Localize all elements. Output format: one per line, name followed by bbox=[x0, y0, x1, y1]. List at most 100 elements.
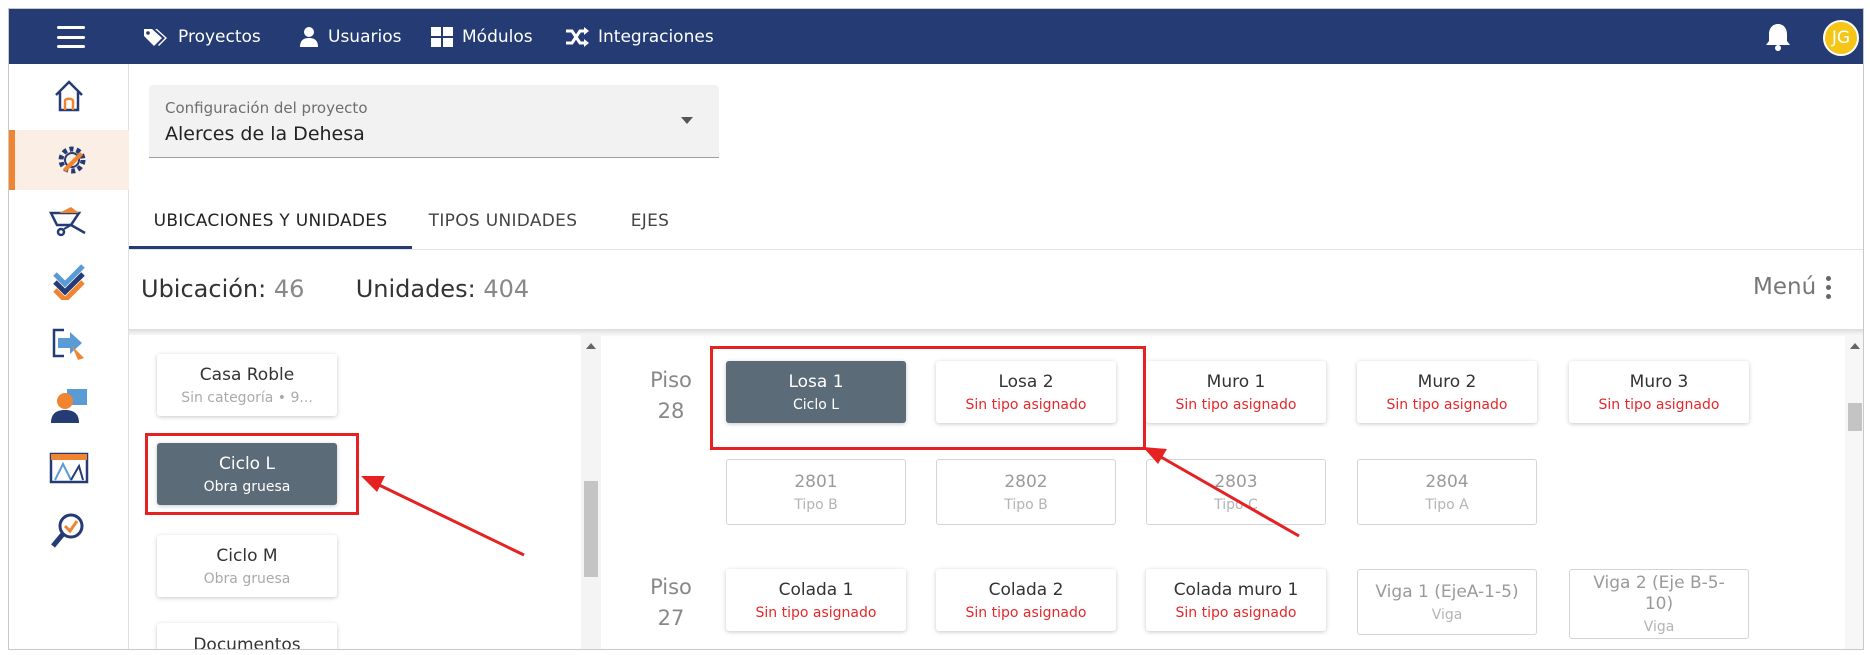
element-subtitle: Ciclo L bbox=[792, 396, 840, 413]
menu-button[interactable]: Menú bbox=[1753, 274, 1832, 300]
element-title: Losa 1 bbox=[788, 371, 844, 392]
unit-subtitle: Tipo C bbox=[1214, 496, 1258, 513]
sidebar-item-configuracion[interactable] bbox=[9, 130, 129, 190]
element-card[interactable]: Muro 2 Sin tipo asignado bbox=[1357, 361, 1537, 423]
nav-modulos[interactable]: Módulos bbox=[431, 9, 533, 64]
tab-divider bbox=[129, 249, 1863, 250]
nav-usuarios[interactable]: Usuarios bbox=[299, 9, 401, 64]
sidebar-item-planos[interactable] bbox=[9, 438, 129, 498]
element-subtitle: Sin tipo asignado bbox=[965, 604, 1087, 621]
unit-subtitle: Tipo A bbox=[1425, 496, 1469, 513]
nav-label: Usuarios bbox=[328, 26, 402, 47]
element-title: Colada 1 bbox=[778, 579, 854, 600]
tab-ejes[interactable]: EJES bbox=[605, 199, 695, 249]
unit-title: 2801 bbox=[794, 471, 838, 492]
unit-title: 2803 bbox=[1214, 471, 1258, 492]
element-title: Muro 1 bbox=[1206, 371, 1266, 392]
element-title: Losa 2 bbox=[998, 371, 1054, 392]
scroll-thumb[interactable] bbox=[584, 481, 598, 577]
element-subtitle: Viga bbox=[1643, 619, 1675, 635]
locations-scrollbar[interactable] bbox=[581, 335, 601, 649]
sidebar-item-checklists[interactable] bbox=[9, 252, 129, 312]
unidades-count: 404 bbox=[483, 275, 530, 303]
unit-card[interactable]: 2801 Tipo B bbox=[726, 459, 906, 525]
config-value: Alerces de la Dehesa bbox=[165, 123, 365, 145]
element-subtitle: Sin tipo asignado bbox=[1386, 396, 1508, 413]
nav-label: Proyectos bbox=[178, 26, 261, 47]
location-title: Documentos bbox=[193, 635, 301, 650]
location-title: Ciclo M bbox=[216, 545, 278, 566]
element-card[interactable]: Muro 1 Sin tipo asignado bbox=[1146, 361, 1326, 423]
nav-label: Integraciones bbox=[598, 26, 714, 47]
element-subtitle: Sin tipo asignado bbox=[965, 396, 1087, 413]
unit-card[interactable]: 2804 Tipo A bbox=[1357, 459, 1537, 525]
tags-icon bbox=[144, 28, 167, 46]
sidebar-item-usuarios[interactable] bbox=[9, 376, 129, 436]
unit-subtitle: Tipo B bbox=[794, 496, 838, 513]
ubicacion-label: Ubicación: bbox=[141, 275, 267, 303]
element-subtitle: Sin tipo asignado bbox=[755, 604, 877, 621]
element-card[interactable]: Viga 1 (EjeA-1-5) Viga bbox=[1357, 569, 1537, 635]
element-card[interactable]: Colada 1 Sin tipo asignado bbox=[726, 569, 906, 631]
floor-label-text: Piso 27 bbox=[650, 575, 692, 630]
scroll-up-icon[interactable] bbox=[1850, 343, 1860, 349]
location-subtitle: Sin categoría • 9... bbox=[181, 389, 313, 406]
wheelbarrow-icon bbox=[49, 207, 86, 237]
nav-integraciones[interactable]: Integraciones bbox=[565, 9, 714, 64]
element-title: Viga 1 (EjeA-1-5) bbox=[1375, 581, 1519, 602]
element-title: Viga 2 (Eje B-5-10) bbox=[1593, 573, 1725, 614]
location-title: Ciclo L bbox=[219, 453, 275, 474]
nav-label: Módulos bbox=[462, 26, 533, 47]
nav-proyectos[interactable]: Proyectos bbox=[143, 9, 261, 64]
scroll-up-icon[interactable] bbox=[586, 343, 596, 349]
config-label: Configuración del proyecto bbox=[165, 99, 368, 117]
shuffle-icon bbox=[566, 26, 589, 47]
location-card[interactable]: Ciclo M Obra gruesa bbox=[157, 535, 337, 597]
element-card[interactable]: Colada 2 Sin tipo asignado bbox=[936, 569, 1116, 631]
location-subtitle: Obra gruesa bbox=[203, 478, 291, 495]
settings-pencil-icon bbox=[58, 146, 86, 174]
element-card[interactable]: Losa 2 Sin tipo asignado bbox=[936, 361, 1116, 423]
tab-ubicaciones-unidades[interactable]: UBICACIONES Y UNIDADES bbox=[129, 199, 412, 249]
users-icon bbox=[51, 389, 87, 423]
user-avatar[interactable]: JG bbox=[1823, 20, 1859, 56]
element-title: Colada 2 bbox=[988, 579, 1064, 600]
home-icon bbox=[55, 80, 83, 112]
sidebar bbox=[9, 64, 129, 649]
floor-label-text: Piso 28 bbox=[650, 368, 692, 423]
element-card-selected[interactable]: Losa 1 Ciclo L bbox=[726, 361, 906, 423]
login-icon bbox=[52, 328, 84, 360]
element-subtitle: Sin tipo asignado bbox=[1598, 396, 1720, 413]
project-config-select[interactable]: Configuración del proyecto Alerces de la… bbox=[149, 85, 719, 158]
unit-title: 2802 bbox=[1004, 471, 1048, 492]
floors-scrollbar[interactable] bbox=[1845, 335, 1863, 649]
location-card[interactable]: Documentos bbox=[157, 623, 337, 650]
hamburger-menu-icon[interactable] bbox=[57, 26, 85, 48]
location-subtitle: Obra gruesa bbox=[203, 570, 291, 587]
sidebar-item-inspeccion[interactable] bbox=[9, 500, 129, 560]
floor-label: Piso 27 bbox=[641, 572, 701, 634]
sidebar-item-acceso[interactable] bbox=[9, 314, 129, 374]
element-title: Colada muro 1 bbox=[1173, 579, 1299, 600]
bell-icon[interactable] bbox=[1764, 22, 1792, 52]
element-card[interactable]: Viga 2 (Eje B-5-10) Viga bbox=[1569, 569, 1749, 639]
check-stack-icon bbox=[53, 264, 85, 300]
tab-tipos-unidades[interactable]: TIPOS UNIDADES bbox=[420, 199, 586, 249]
element-subtitle: Sin tipo asignado bbox=[1175, 604, 1297, 621]
scroll-thumb[interactable] bbox=[1848, 403, 1862, 431]
element-card[interactable]: Colada muro 1 Sin tipo asignado bbox=[1146, 569, 1326, 631]
unit-card[interactable]: 2803 Tipo C bbox=[1146, 459, 1326, 525]
app-window: Proyectos Usuarios Módulos Integraciones… bbox=[8, 8, 1864, 650]
location-card-selected[interactable]: Ciclo L Obra gruesa bbox=[157, 443, 337, 505]
user-icon bbox=[300, 26, 318, 47]
unidades-label: Unidades: bbox=[355, 275, 476, 303]
element-title: Muro 2 bbox=[1417, 371, 1477, 392]
ubicacion-count: 46 bbox=[273, 275, 305, 303]
element-card[interactable]: Muro 3 Sin tipo asignado bbox=[1569, 361, 1749, 423]
unit-card[interactable]: 2802 Tipo B bbox=[936, 459, 1116, 525]
element-subtitle: Sin tipo asignado bbox=[1175, 396, 1297, 413]
menu-label: Menú bbox=[1753, 274, 1817, 300]
sidebar-item-obra[interactable] bbox=[9, 192, 129, 252]
location-card[interactable]: Casa Roble Sin categoría • 9... bbox=[157, 354, 337, 416]
sidebar-item-home[interactable] bbox=[9, 66, 129, 126]
